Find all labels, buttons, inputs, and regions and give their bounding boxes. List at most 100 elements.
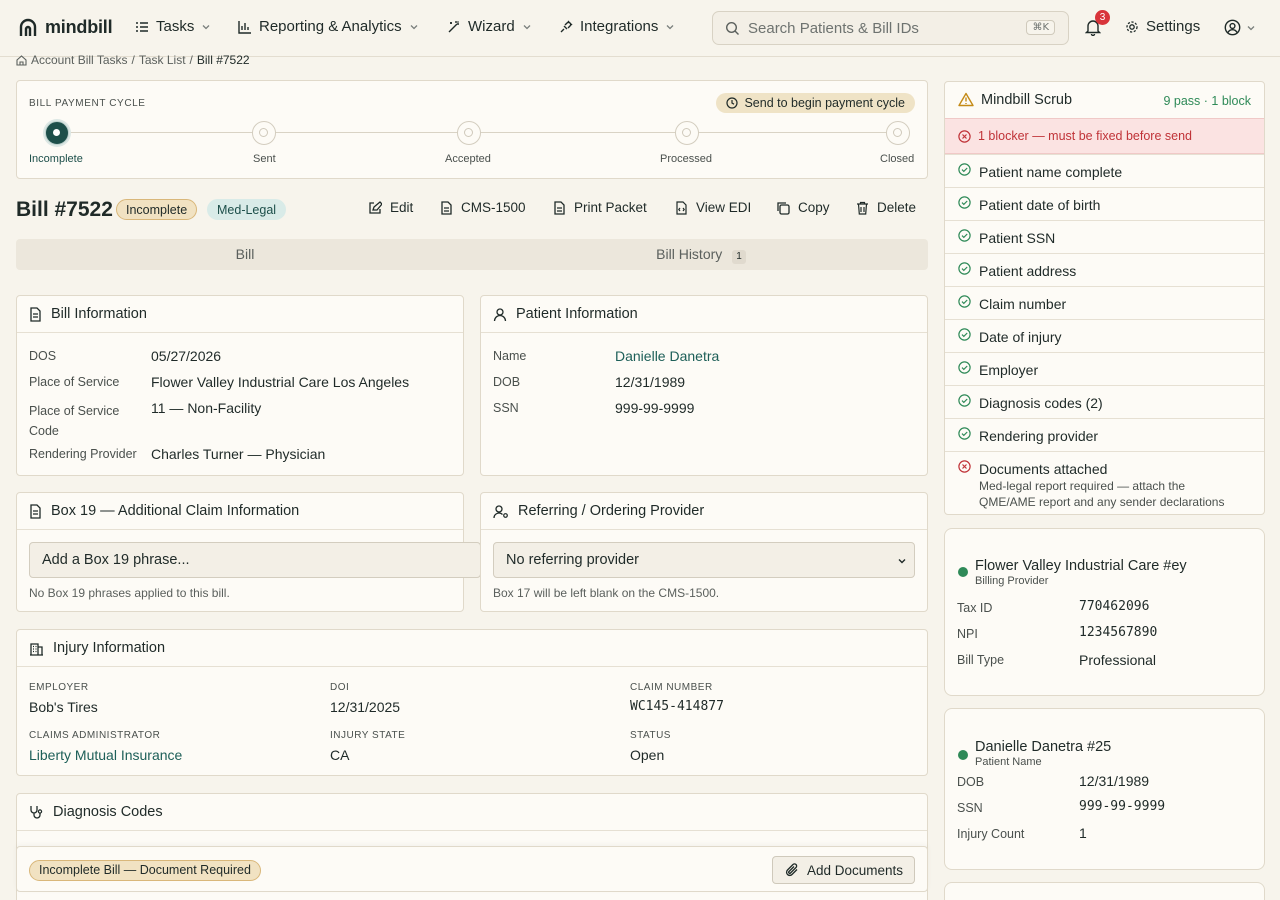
patient-card-role: Patient Name bbox=[975, 756, 1042, 768]
referring-provider-selected: No referring provider bbox=[506, 552, 639, 568]
claim-status-value: Open bbox=[630, 747, 665, 763]
cycle-step-sent[interactable] bbox=[252, 121, 276, 145]
injury-information-card: Injury Information EMPLOYER Bob's Tires … bbox=[16, 629, 928, 776]
check-circle-icon bbox=[958, 394, 971, 407]
billing-provider-name[interactable]: Flower Valley Industrial Care #ey bbox=[975, 558, 1187, 574]
user-menu[interactable] bbox=[1224, 19, 1256, 36]
bill-type-value: Professional bbox=[1079, 652, 1157, 668]
doi-value: 12/31/2025 bbox=[330, 699, 401, 715]
gear-icon bbox=[1125, 20, 1139, 34]
edit-label: Edit bbox=[390, 200, 414, 215]
field-label: STATUS bbox=[630, 730, 671, 741]
field-label: DOB bbox=[493, 375, 521, 389]
incomplete-warning-badge: Incomplete Bill — Document Required bbox=[29, 860, 261, 881]
cycle-step-processed[interactable] bbox=[675, 121, 699, 145]
scrub-check-label: Patient SSN bbox=[979, 230, 1056, 246]
breadcrumb-separator: / bbox=[189, 53, 193, 67]
patient-summary-card: Danielle Danetra #25 Patient Name DOB 12… bbox=[944, 708, 1265, 870]
error-circle-icon bbox=[958, 129, 971, 143]
injury-information-header: Injury Information bbox=[17, 630, 927, 667]
patient-card-dob: 12/31/1989 bbox=[1079, 773, 1150, 789]
npi-value: 1234567890 bbox=[1079, 625, 1158, 640]
step-marker bbox=[893, 128, 902, 137]
copy-button[interactable]: Copy bbox=[776, 200, 830, 215]
scrub-check-row: Patient SSN bbox=[945, 220, 1264, 253]
scrub-check-row: Date of injury bbox=[945, 319, 1264, 352]
field-label: SSN bbox=[493, 401, 519, 415]
status-dot bbox=[958, 750, 968, 760]
view-edi-button[interactable]: View EDI bbox=[675, 200, 751, 215]
print-packet-button[interactable]: Print Packet bbox=[553, 200, 647, 215]
file-code-icon bbox=[675, 200, 688, 215]
cms1500-label: CMS-1500 bbox=[461, 200, 526, 215]
step-marker bbox=[464, 128, 473, 137]
injury-state-value: CA bbox=[330, 747, 350, 763]
scrub-check-label: Patient date of birth bbox=[979, 197, 1101, 213]
tab-bill[interactable]: Bill bbox=[16, 239, 474, 270]
place-of-service-value: Flower Valley Industrial Care Los Angele… bbox=[151, 374, 410, 390]
bill-tabs: Bill Bill History 1 bbox=[16, 239, 928, 270]
chevron-down-icon bbox=[409, 22, 419, 32]
cms1500-button[interactable]: CMS-1500 bbox=[440, 200, 526, 215]
brand-logo[interactable]: mindbill bbox=[18, 17, 113, 38]
logo-icon bbox=[18, 18, 38, 38]
cycle-step-closed[interactable] bbox=[886, 121, 910, 145]
clock-icon bbox=[726, 97, 739, 109]
scrub-check-row: Rendering provider bbox=[945, 418, 1264, 451]
breadcrumb-item-account-bill-tasks[interactable]: Account Bill Tasks bbox=[31, 53, 128, 67]
tab-count-badge: 1 bbox=[732, 250, 746, 264]
tab-bill-label: Bill bbox=[235, 246, 255, 262]
diagnosis-codes-header: Diagnosis Codes bbox=[17, 794, 927, 831]
nav-reporting[interactable]: Reporting & Analytics bbox=[238, 18, 419, 35]
claims-administrator-link[interactable]: Liberty Mutual Insurance bbox=[29, 747, 182, 763]
field-label: INJURY STATE bbox=[330, 730, 406, 741]
bill-title: Bill #7522 bbox=[16, 198, 113, 221]
box19-phrase-input[interactable]: Add a Box 19 phrase... bbox=[29, 542, 481, 578]
patient-card-ssn: 999-99-9999 bbox=[1079, 799, 1166, 814]
search-input[interactable] bbox=[748, 19, 1018, 37]
nav-wizard[interactable]: Wizard bbox=[447, 18, 532, 35]
scrub-check-label: Patient address bbox=[979, 263, 1077, 279]
settings-button[interactable]: Settings bbox=[1125, 18, 1200, 35]
field-label: Place of Service bbox=[29, 375, 120, 389]
field-label: NPI bbox=[957, 627, 978, 641]
scrub-summary: 9 pass · 1 block bbox=[1163, 94, 1251, 108]
cycle-step-label: Closed bbox=[880, 153, 915, 165]
breadcrumb-item-task-list[interactable]: Task List bbox=[139, 53, 186, 67]
nav-integrations[interactable]: Integrations bbox=[559, 18, 675, 35]
field-label: Place of Service Code bbox=[29, 404, 120, 438]
patient-name-link[interactable]: Danielle Danetra bbox=[615, 348, 719, 364]
payment-cycle-hint: Send to begin payment cycle bbox=[716, 93, 915, 113]
nav-tasks[interactable]: Tasks bbox=[135, 18, 211, 35]
field-label: Tax ID bbox=[957, 601, 993, 615]
patient-ssn-value: 999-99-9999 bbox=[615, 400, 695, 416]
box19-hint: No Box 19 phrases applied to this bill. bbox=[29, 586, 230, 600]
dos-value: 05/27/2026 bbox=[151, 348, 222, 364]
check-circle-icon bbox=[958, 229, 971, 242]
referring-provider-select[interactable]: No referring provider bbox=[493, 542, 915, 578]
tab-bill-history[interactable]: Bill History 1 bbox=[474, 239, 928, 270]
home-icon bbox=[16, 54, 27, 66]
field-label: Injury Count bbox=[957, 827, 1025, 841]
search-icon bbox=[725, 21, 740, 36]
cycle-step-label: Incomplete bbox=[29, 153, 83, 165]
breadcrumb-separator: / bbox=[131, 53, 135, 67]
building-icon bbox=[29, 641, 44, 656]
card-title: Box 19 — Additional Claim Information bbox=[51, 503, 300, 519]
document-icon bbox=[553, 200, 566, 215]
bill-type-badge: Med-Legal bbox=[207, 199, 287, 220]
add-documents-button[interactable]: Add Documents bbox=[771, 856, 915, 884]
warning-triangle-icon bbox=[958, 92, 974, 107]
stethoscope-icon bbox=[29, 805, 44, 820]
cycle-step-accepted[interactable] bbox=[457, 121, 481, 145]
card-title: Patient Information bbox=[516, 306, 638, 322]
patient-card-name[interactable]: Danielle Danetra #25 bbox=[975, 739, 1111, 755]
step-marker bbox=[682, 128, 691, 137]
edit-button[interactable]: Edit bbox=[368, 200, 413, 215]
cycle-step-incomplete[interactable] bbox=[45, 121, 69, 145]
chevron-down-icon bbox=[201, 22, 211, 32]
check-circle-icon bbox=[958, 295, 971, 308]
delete-button[interactable]: Delete bbox=[856, 200, 916, 215]
delete-label: Delete bbox=[877, 200, 917, 215]
scrub-check-label: Diagnosis codes (2) bbox=[979, 395, 1103, 411]
